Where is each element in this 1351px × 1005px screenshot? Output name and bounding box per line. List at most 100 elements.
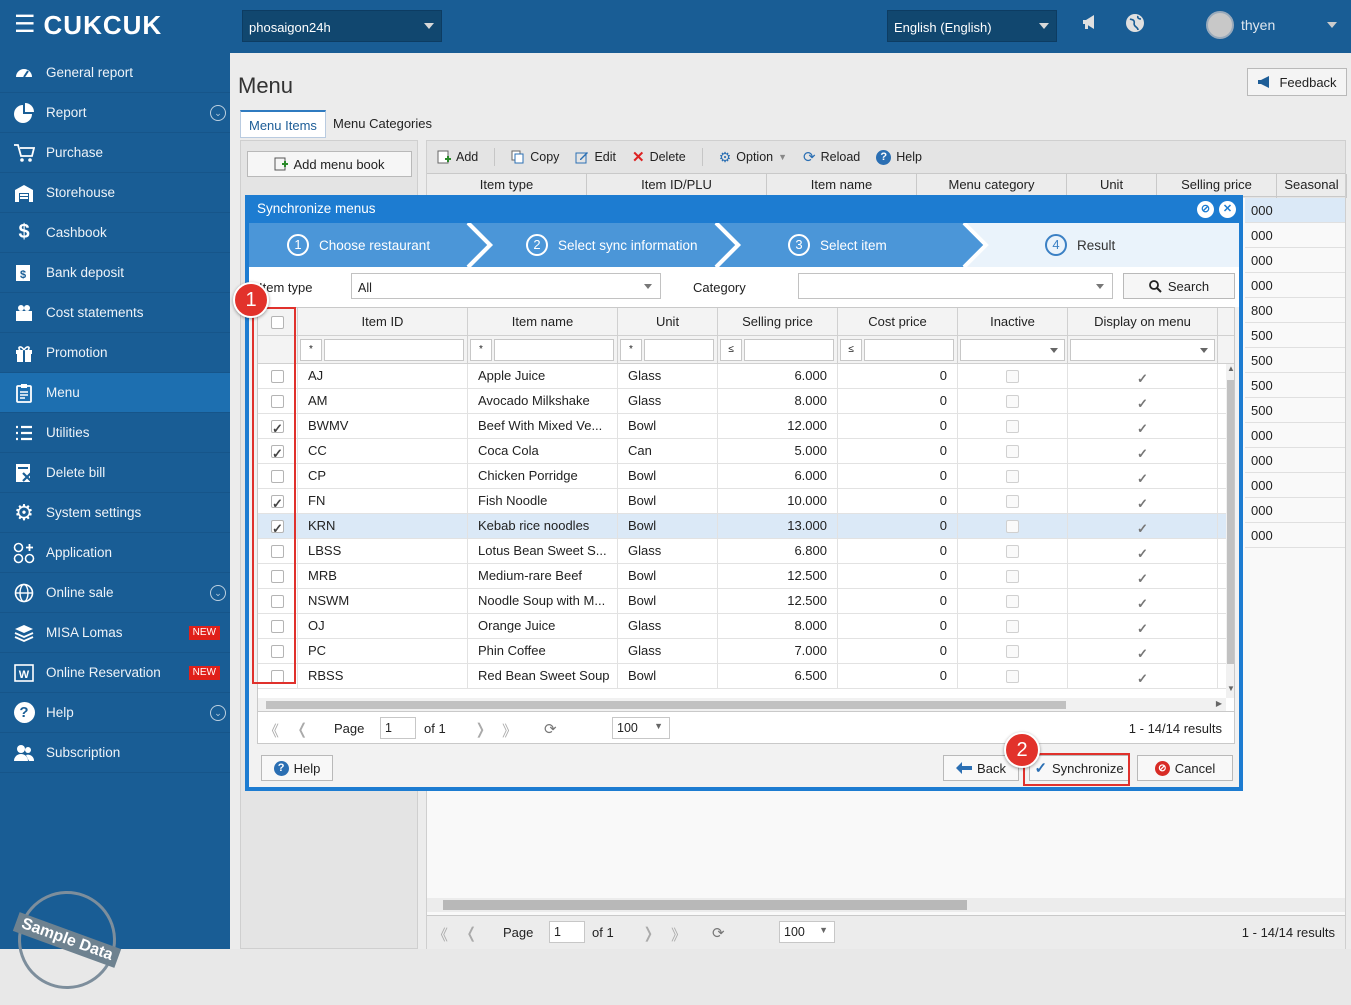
last-page-icon[interactable]: 》 [671,924,686,945]
feedback-button[interactable]: Feedback [1247,68,1347,96]
sidebar-item-menu[interactable]: Menu [0,373,230,413]
hamburger-menu-icon[interactable]: ☰ [14,11,36,39]
filter-op[interactable]: * [620,339,642,361]
table-row[interactable]: AM Avocado Milkshake Glass 8.000 0 [258,389,1234,414]
reload-button[interactable]: ⟳ Reload [803,148,860,166]
page-size-select[interactable]: 100 ▼ [779,921,835,943]
help-button[interactable]: ? Help [876,149,922,165]
user-menu[interactable]: thyen [1206,11,1338,39]
item-type-select[interactable]: All [351,273,661,299]
restaurant-select[interactable]: phosaigon24h [242,10,442,42]
col-selling-price[interactable]: Selling price [718,308,838,336]
prev-page-icon[interactable]: ❬ [465,924,478,942]
scroll-thumb[interactable] [443,900,967,910]
first-page-icon[interactable]: 《 [264,720,279,741]
prev-page-icon[interactable]: ❬ [296,720,309,738]
globe-icon[interactable] [1125,13,1145,38]
next-page-icon[interactable]: ❭ [474,720,487,738]
sidebar-item-delete-bill[interactable]: Delete bill [0,453,230,493]
scroll-right-icon[interactable]: ▶ [1216,699,1222,708]
sidebar-item-cashbook[interactable]: $ Cashbook [0,213,230,253]
table-row[interactable]: PC Phin Coffee Glass 7.000 0 [258,639,1234,664]
delete-button[interactable]: ✕ Delete [632,148,686,166]
sidebar-item-misa-lomas[interactable]: MISA Lomas NEW [0,613,230,653]
filter-op[interactable]: * [470,339,492,361]
sidebar-item-storehouse[interactable]: Storehouse [0,173,230,213]
table-row[interactable]: KRNKebab rice noodlesBowl13.0000 [258,514,1234,539]
filter-item-name-input[interactable] [494,339,614,361]
filter-op[interactable]: * [300,339,322,361]
table-row[interactable]: OJ Orange Juice Glass 8.000 0 [258,614,1234,639]
horizontal-scrollbar[interactable]: ▶ [258,698,1226,711]
filter-op[interactable]: ≤ [840,339,862,361]
sidebar-item-utilities[interactable]: Utilities [0,413,230,453]
sidebar-item-cost-statements[interactable]: Cost statements [0,293,230,333]
option-button[interactable]: ⚙ Option ▼ [719,149,787,166]
logo[interactable]: ☰ CUKCUK [14,11,162,39]
table-row[interactable]: FNFish NoodleBowl10.0000 [258,489,1234,514]
next-page-icon[interactable]: ❭ [642,924,655,942]
horizontal-scrollbar[interactable] [427,898,1345,912]
sidebar-item-online-reservation[interactable]: W Online Reservation NEW [0,653,230,693]
cancel-button[interactable]: ⊘ Cancel [1137,755,1233,781]
sidebar-item-purchase[interactable]: Purchase [0,133,230,173]
help-button[interactable]: ? Help [261,755,333,781]
sidebar-item-online-sale[interactable]: Online sale ⌄ [0,573,230,613]
table-row[interactable]: CCCoca ColaCan5.0000 [258,439,1234,464]
chevron-down-icon[interactable]: ⌄ [210,705,226,721]
restore-icon[interactable]: ⊘ [1197,201,1214,218]
refresh-icon[interactable]: ⟳ [712,924,725,942]
table-row[interactable]: BWMVBeef With Mixed Ve...Bowl12.0000 [258,414,1234,439]
first-page-icon[interactable]: 《 [433,924,448,945]
table-row[interactable]: MRB Medium-rare Beef Bowl 12.500 0 [258,564,1234,589]
scroll-down-icon[interactable]: ▼ [1227,684,1234,693]
close-icon[interactable]: ✕ [1219,201,1236,218]
table-row[interactable]: AJ Apple Juice Glass 6.000 0 [258,364,1234,389]
last-page-icon[interactable]: 》 [502,720,517,741]
filter-item-id-input[interactable] [324,339,464,361]
table-row[interactable]: CP Chicken Porridge Bowl 6.000 0 [258,464,1234,489]
sidebar-item-help[interactable]: ? Help ⌄ [0,693,230,733]
filter-op[interactable]: ≤ [720,339,742,361]
add-button[interactable]: Add [437,150,478,164]
category-select[interactable] [798,273,1113,299]
page-input[interactable]: 1 [380,717,416,739]
sidebar-item-promotion[interactable]: Promotion [0,333,230,373]
col-display-on-menu[interactable]: Display on menu [1068,308,1218,336]
filter-cost-price-input[interactable] [864,339,954,361]
copy-button[interactable]: Copy [511,150,559,164]
table-row[interactable]: RBSS Red Bean Sweet Soup Bowl 6.500 0 [258,664,1234,689]
col-item-name[interactable]: Item name [468,308,618,336]
sidebar-item-application[interactable]: Application [0,533,230,573]
filter-unit-input[interactable] [644,339,714,361]
add-menu-book-button[interactable]: Add menu book [247,151,412,177]
megaphone-icon[interactable] [1081,13,1099,36]
col-item-id[interactable]: Item ID [298,308,468,336]
table-row[interactable]: LBSS Lotus Bean Sweet S... Glass 6.800 0 [258,539,1234,564]
refresh-icon[interactable]: ⟳ [544,720,557,738]
sidebar-item-report[interactable]: Report ⌄ [0,93,230,133]
sidebar-item-subscription[interactable]: Subscription [0,733,230,773]
search-button[interactable]: Search [1123,273,1235,299]
col-unit[interactable]: Unit [618,308,718,336]
filter-display-select[interactable] [1070,339,1215,361]
filter-selling-price-input[interactable] [744,339,834,361]
edit-button[interactable]: Edit [575,150,616,164]
sidebar-item-system-settings[interactable]: ⚙ System settings [0,493,230,533]
vertical-scrollbar[interactable]: ▲ ▼ [1226,364,1234,698]
page-size-select[interactable]: 100 ▼ [612,717,670,739]
chevron-down-icon[interactable]: ⌄ [210,585,226,601]
sidebar-item-general-report[interactable]: General report [0,53,230,93]
tab-menu-items[interactable]: Menu Items [240,110,326,138]
sidebar-item-bank-deposit[interactable]: $ Bank deposit [0,253,230,293]
page-input[interactable]: 1 [549,921,585,943]
table-row[interactable]: NSWM Noodle Soup with M... Bowl 12.500 0 [258,589,1234,614]
scroll-thumb[interactable] [266,701,1066,709]
scroll-up-icon[interactable]: ▲ [1227,364,1234,373]
chevron-down-icon[interactable]: ⌄ [210,105,226,121]
col-cost-price[interactable]: Cost price [838,308,958,336]
filter-inactive-select[interactable] [960,339,1065,361]
language-select[interactable]: English (English) [887,10,1057,42]
col-inactive[interactable]: Inactive [958,308,1068,336]
col-seasonal[interactable]: Seasonal [1277,174,1347,198]
